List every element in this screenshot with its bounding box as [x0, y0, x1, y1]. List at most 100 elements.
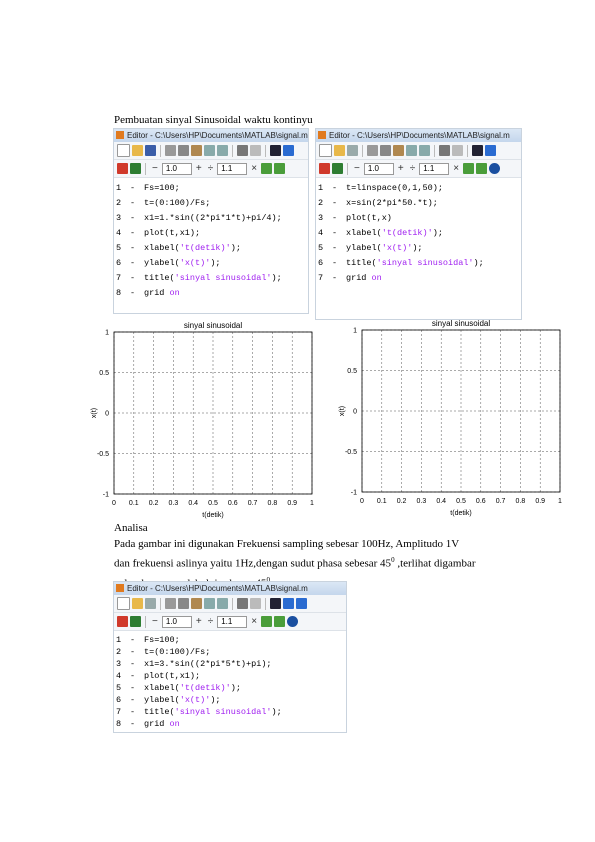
zoom-input[interactable]: 1.0 [161, 162, 192, 175]
cell-icon-2[interactable] [274, 616, 286, 627]
copy-icon[interactable] [380, 145, 391, 156]
code-line[interactable]: 1- Fs=100; [114, 181, 308, 196]
save-icon[interactable] [145, 145, 156, 156]
undo-icon[interactable] [406, 145, 417, 156]
code-line[interactable]: 1- Fs=100; [114, 634, 346, 646]
open-folder-icon[interactable] [132, 598, 143, 609]
code-line[interactable]: 6- title('sinyal sinusoidal'); [316, 256, 521, 271]
new-file-icon[interactable] [117, 144, 130, 157]
times-button[interactable]: × [249, 163, 259, 174]
line-number: 3 [116, 659, 122, 669]
minus-button[interactable]: − [150, 616, 160, 627]
new-file-icon[interactable] [117, 597, 130, 610]
code-line[interactable]: 6- ylabel('x(t)'); [114, 256, 308, 271]
redo-icon[interactable] [419, 145, 430, 156]
code-line[interactable]: 2- x=sin(2*pi*50.*t); [316, 196, 521, 211]
print-icon[interactable] [439, 145, 450, 156]
code-area[interactable]: 1- Fs=100; 2- t=(0:100)/Fs; 3- x1=1.*sin((2*p… [114, 178, 308, 301]
code-line[interactable]: 3- x1=3.*sin((2*pi*5*t)+pi); [114, 658, 346, 670]
plus-button[interactable]: + [396, 163, 406, 174]
editor-window-1: Editor - C:\Users\HP\Documents\MATLAB\si… [113, 128, 309, 314]
paste-icon[interactable] [393, 145, 404, 156]
cut-icon[interactable] [367, 145, 378, 156]
divide-button[interactable]: ÷ [206, 616, 216, 627]
heading: Pembuatan sinyal Sinusoidal waktu kontin… [114, 114, 313, 126]
zoom-input[interactable]: 1.0 [363, 162, 394, 175]
new-file-icon[interactable] [319, 144, 332, 157]
goto-icon[interactable] [250, 598, 261, 609]
code-area[interactable]: 1- t=linspace(0,1,50); 2- x=sin(2*pi*50.*t)… [316, 178, 521, 286]
info-icon[interactable] [489, 163, 501, 174]
paste-icon[interactable] [191, 145, 202, 156]
cell-icon-2[interactable] [274, 163, 286, 174]
code-line[interactable]: 8- grid on [114, 286, 308, 301]
cell-insert-icon[interactable] [117, 616, 128, 627]
divide-button[interactable]: ÷ [206, 163, 216, 174]
back-arrow-icon[interactable] [485, 145, 496, 156]
copy-icon[interactable] [178, 145, 189, 156]
div-input[interactable]: 1.1 [217, 615, 248, 628]
redo-icon[interactable] [217, 598, 228, 609]
div-input[interactable]: 1.1 [419, 162, 450, 175]
print-icon[interactable] [237, 145, 248, 156]
code-line[interactable]: 3- x1=1.*sin((2*pi*1*t)+pi/4); [114, 211, 308, 226]
code-line[interactable]: 4- plot(t,x1); [114, 670, 346, 682]
code-line[interactable]: 2- t=(0:100)/Fs; [114, 646, 346, 658]
code-line[interactable]: 2- t=(0:100)/Fs; [114, 196, 308, 211]
minus-button[interactable]: − [150, 163, 160, 174]
code-line[interactable]: 7- title('sinyal sinusoidal'); [114, 271, 308, 286]
code-line[interactable]: 5- xlabel('t(detik)'); [114, 241, 308, 256]
print-icon[interactable] [237, 598, 248, 609]
code-line[interactable]: 4- xlabel('t(detik)'); [316, 226, 521, 241]
code-line[interactable]: 3- plot(t,x) [316, 211, 521, 226]
cell-eval-icon[interactable] [130, 163, 141, 174]
goto-icon[interactable] [452, 145, 463, 156]
info-icon[interactable] [287, 616, 299, 627]
code-line[interactable]: 7- grid on [316, 271, 521, 286]
cut-icon[interactable] [165, 145, 176, 156]
cell-icon-2[interactable] [476, 163, 488, 174]
save-icon[interactable] [145, 598, 156, 609]
times-button[interactable]: × [451, 163, 461, 174]
times-button[interactable]: × [249, 616, 259, 627]
open-folder-icon[interactable] [132, 145, 143, 156]
cell-insert-icon[interactable] [319, 163, 330, 174]
redo-icon[interactable] [217, 145, 228, 156]
code-line[interactable]: 7- title('sinyal sinusoidal'); [114, 706, 346, 718]
code-line[interactable]: 1- t=linspace(0,1,50); [316, 181, 521, 196]
undo-icon[interactable] [204, 598, 215, 609]
plus-button[interactable]: + [194, 616, 204, 627]
back-arrow-icon[interactable] [283, 598, 294, 609]
code-line[interactable]: 8- grid on [114, 718, 346, 730]
code-area[interactable]: 1- Fs=100; 2- t=(0:100)/Fs; 3- x1=3.*sin((2*p… [114, 631, 346, 730]
cell-icon[interactable] [261, 163, 273, 174]
code-line[interactable]: 6- ylabel('x(t)'); [114, 694, 346, 706]
copy-icon[interactable] [178, 598, 189, 609]
code-line[interactable]: 5- xlabel('t(detik)'); [114, 682, 346, 694]
cell-icon[interactable] [463, 163, 475, 174]
cell-icon[interactable] [261, 616, 273, 627]
save-icon[interactable] [347, 145, 358, 156]
code-line[interactable]: 4- plot(t,x1); [114, 226, 308, 241]
goto-icon[interactable] [250, 145, 261, 156]
code-line[interactable]: 5- ylabel('x(t)'); [316, 241, 521, 256]
cell-eval-icon[interactable] [332, 163, 343, 174]
zoom-input[interactable]: 1.0 [161, 615, 192, 628]
cell-insert-icon[interactable] [117, 163, 128, 174]
open-folder-icon[interactable] [334, 145, 345, 156]
plus-button[interactable]: + [194, 163, 204, 174]
y-tick-label: 0.5 [347, 368, 357, 375]
cut-icon[interactable] [165, 598, 176, 609]
undo-icon[interactable] [204, 145, 215, 156]
find-icon[interactable] [472, 145, 483, 156]
find-icon[interactable] [270, 145, 281, 156]
div-input[interactable]: 1.1 [217, 162, 248, 175]
back-arrow-icon[interactable] [283, 145, 294, 156]
paste-icon[interactable] [191, 598, 202, 609]
forward-arrow-icon[interactable] [296, 598, 307, 609]
cell-eval-icon[interactable] [130, 616, 141, 627]
minus-button[interactable]: − [352, 163, 362, 174]
editor-icon [116, 584, 124, 592]
divide-button[interactable]: ÷ [408, 163, 418, 174]
find-icon[interactable] [270, 598, 281, 609]
